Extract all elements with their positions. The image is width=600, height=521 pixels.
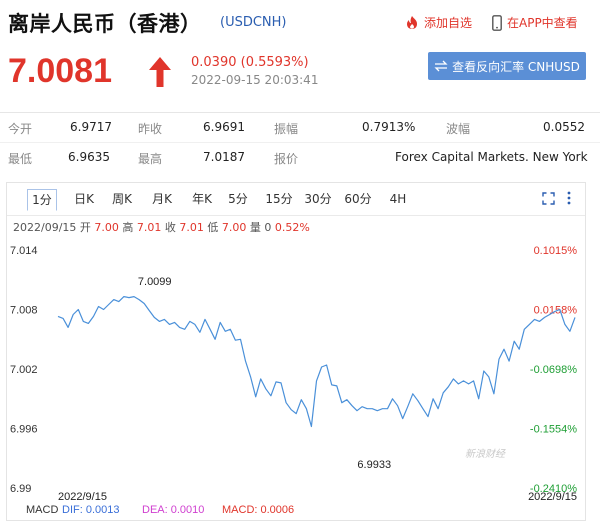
low-annotation: 6.9933 <box>357 459 391 471</box>
price-line <box>57 296 576 428</box>
y-tick-label: 6.996 <box>10 424 38 436</box>
pct-tick-label: -0.1554% <box>530 424 577 436</box>
pct-tick-label: 0.1015% <box>534 245 578 257</box>
x-start-label: 2022/9/15 <box>58 491 107 503</box>
macd-value: MACD: 0.0006 <box>222 504 294 516</box>
macd-dif: DIF: 0.0013 <box>62 504 119 516</box>
y-tick-label: 7.002 <box>10 364 38 376</box>
price-chart: 7.014 7.008 7.002 6.996 6.99 0.1015% 0.0158% -0… <box>10 245 578 516</box>
macd-dea: DEA: 0.0010 <box>142 504 204 516</box>
pct-tick-label: 0.0158% <box>534 305 578 317</box>
high-annotation: 7.0099 <box>138 276 172 288</box>
y-tick-label: 6.99 <box>10 483 31 495</box>
y-tick-label: 7.008 <box>10 305 38 317</box>
pct-tick-label: -0.0698% <box>530 364 577 376</box>
x-end-label: 2022/9/15 <box>528 491 577 503</box>
macd-label: MACD <box>26 504 58 516</box>
y-tick-label: 7.014 <box>10 245 38 257</box>
